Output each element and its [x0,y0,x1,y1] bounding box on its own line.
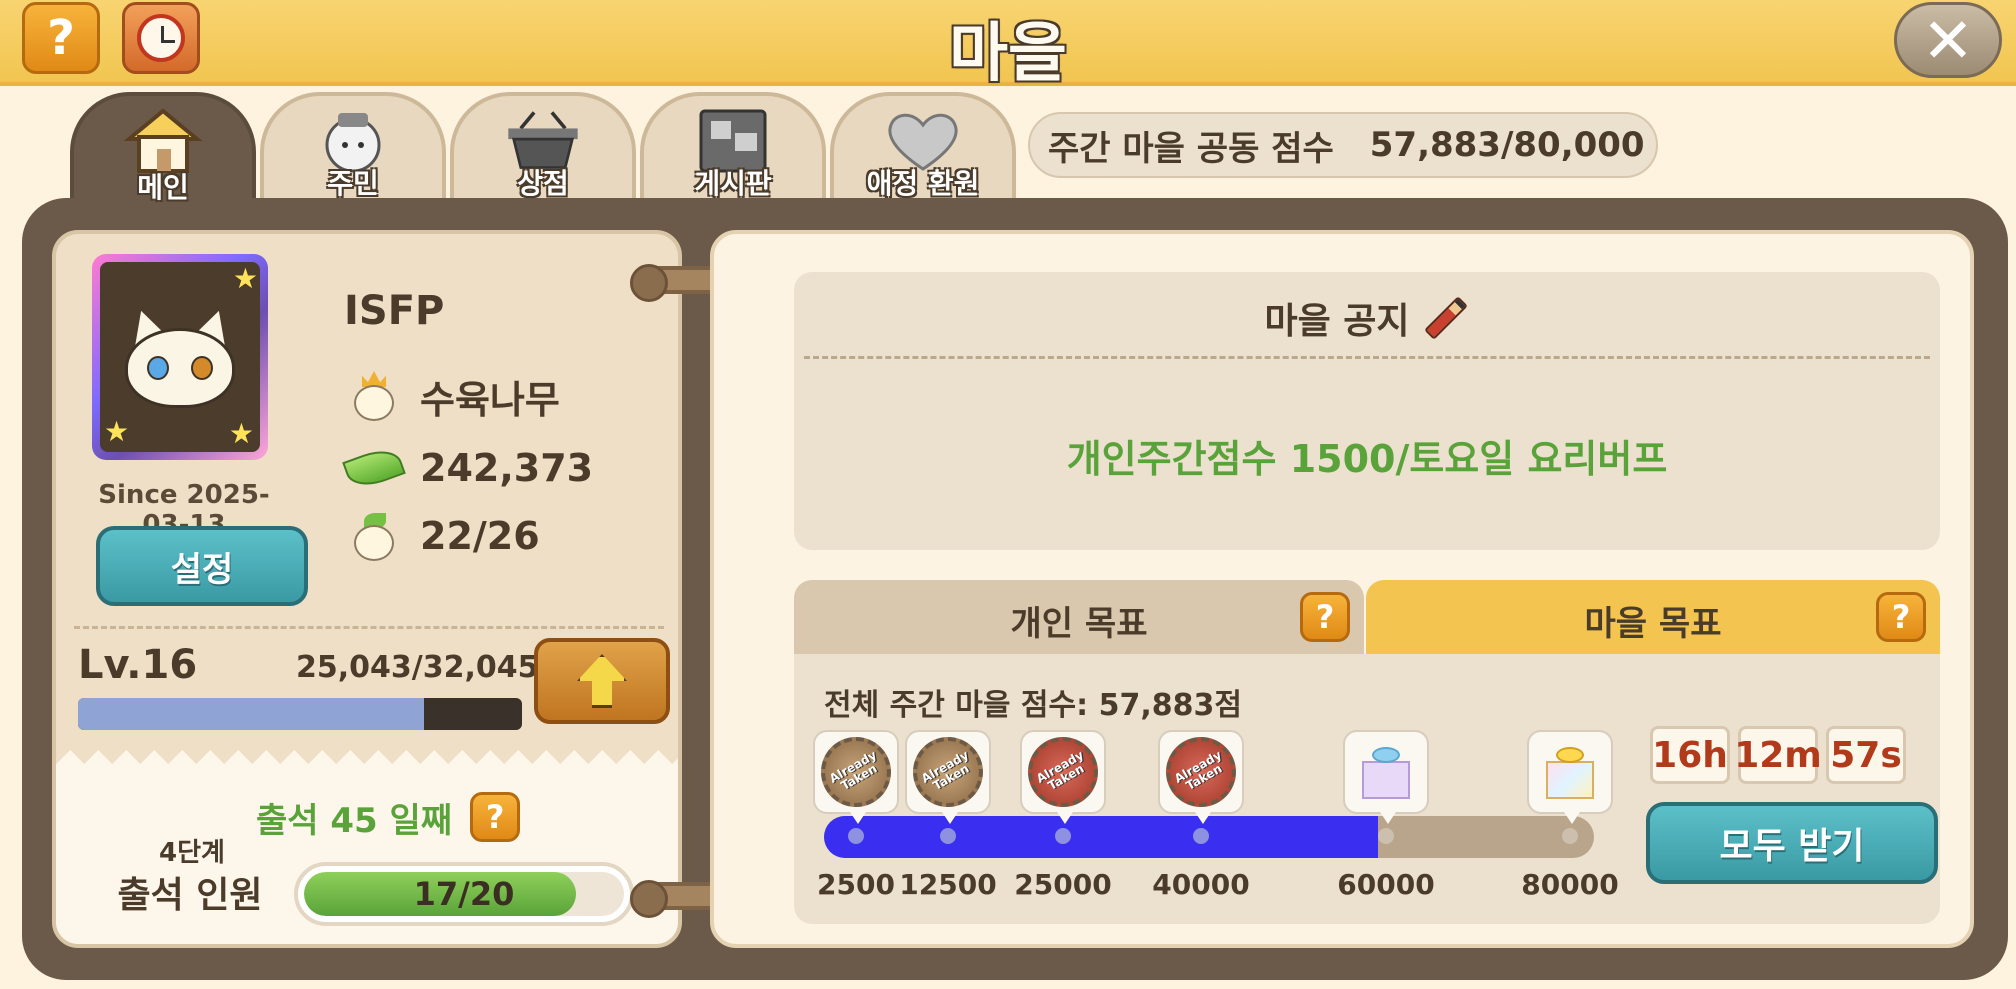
medal-icon: Already Taken [913,737,983,807]
reward-badge-40000[interactable]: Already Taken [1158,730,1244,824]
milestone-marker [1055,828,1071,844]
milestone-marker [940,828,956,844]
total-weekly-score: 전체 주간 마을 점수: 57,883점 [824,688,1242,723]
village-level: Lv.16 [78,642,198,688]
tab-village-goal-label: 마을 목표 [1584,603,1722,644]
close-icon: ✕ [1922,3,1974,77]
arrow-up-icon [577,654,627,708]
tab-label: 주민 [327,167,379,200]
level-up-button[interactable] [534,638,670,724]
tab-label: 메인 [137,171,189,204]
tab-affection-return[interactable]: 애정 환원 [830,92,1016,204]
leaves-row: 242,373 [342,440,594,496]
leaf-icon [342,443,406,493]
divider [74,626,664,629]
reward-badge-2500[interactable]: Already Taken [813,730,899,824]
notice-divider [804,356,1930,359]
milestone-label: 25000 [1014,868,1112,901]
profile-panel: ★ ★ ★ Since 2025-03-13 설정 ISFP 수육나무 242,… [52,230,682,948]
exp-bar [78,698,522,730]
leader-row: 수육나무 [346,368,560,424]
village-notice: 마을 공지 개인주간점수 1500/토요일 요리버프 [794,272,1940,550]
reward-badge-12500[interactable]: Already Taken [905,730,991,824]
avatar[interactable]: ★ ★ ★ [92,254,268,460]
star-icon: ★ [228,417,254,450]
members-row: 22/26 [346,508,540,564]
timer-seconds: 57s [1826,726,1906,784]
timer-minutes: 12m [1734,726,1822,784]
weekly-score-value: 57,883/80,000 [1369,125,1645,165]
close-button[interactable]: ✕ [1894,2,2002,78]
medal-icon: Already Taken [1028,737,1098,807]
village-goal-body: 전체 주간 마을 점수: 57,883점 Already Taken Alrea… [794,654,1940,924]
tab-personal-goal-label: 개인 목표 [1010,603,1148,644]
weekly-village-score: 주간 마을 공동 점수 57,883/80,000 [1028,112,1658,178]
weekly-score-label: 주간 마을 공동 점수 [1048,128,1334,169]
tab-personal-goal[interactable]: 개인 목표 ? [794,580,1364,660]
star-icon: ★ [104,415,130,448]
milestone-label: 40000 [1152,868,1250,901]
claim-all-button[interactable]: 모두 받기 [1646,802,1938,884]
leaves-value: 242,373 [420,446,594,490]
exp-value: 25,043/32,045 [296,650,539,685]
village-name: ISFP [344,288,445,334]
gift-icon [1358,745,1414,799]
village-goal-help-button[interactable]: ? [1876,592,1926,642]
tab-board[interactable]: 게시판 [640,92,826,204]
tab-village-goal[interactable]: 마을 목표 ? [1366,580,1940,660]
settings-button[interactable]: 설정 [96,526,308,606]
main-panel: 마을 공지 개인주간점수 1500/토요일 요리버프 개인 목표 ? 마을 목표… [710,230,1974,948]
members-count: 22/26 [420,514,540,558]
milestone-marker [1562,828,1578,844]
crown-sprout-icon [352,371,396,421]
attendance-progress: 17/20 [294,862,634,926]
tab-residents[interactable]: 주민 [260,92,446,204]
sprout-icon [352,511,396,561]
page-title: 마을 [949,17,1067,91]
exp-bar-fill [78,698,425,730]
milestone-label: 60000 [1337,868,1435,901]
tab-label: 애정 환원 [866,167,980,200]
goal-progress-fill [824,816,1379,858]
question-icon: ? [485,798,505,836]
gold-gift-icon [1542,745,1598,799]
tab-label: 게시판 [694,167,772,200]
star-icon: ★ [232,262,258,295]
medal-icon: Already Taken [821,737,891,807]
milestone-marker [848,828,864,844]
personal-goal-help-button[interactable]: ? [1300,592,1350,642]
milestone-marker [1378,828,1394,844]
notice-text: 개인주간점수 1500/토요일 요리버프 [1066,437,1668,481]
milestone-label: 2500 [817,868,895,901]
notice-title-text: 마을 공지 [1264,301,1410,342]
milestone-label: 12500 [899,868,997,901]
timer-hours: 16h [1650,726,1730,784]
tab-main[interactable]: 메인 [70,92,256,208]
tab-label: 상점 [517,167,569,200]
tab-shop[interactable]: 상점 [450,92,636,204]
milestone-marker [1193,828,1209,844]
zigzag-divider [56,750,678,774]
cat-icon [115,302,245,412]
pencil-icon[interactable] [1423,296,1468,340]
question-icon: ? [1315,598,1335,636]
attendance-days: 출석 45 일째 ? [256,792,521,842]
header-bar: ? 마을 ✕ [0,0,2016,91]
attendance-days-label: 출석 45 일째 [256,800,453,841]
reward-badge-25000[interactable]: Already Taken [1020,730,1106,824]
question-icon: ? [1891,598,1911,636]
reward-badge-80000[interactable] [1527,730,1613,824]
notice-title: 마을 공지 [794,292,1940,344]
attendance-stage: 4단계 [159,838,225,868]
leader-name: 수육나무 [420,377,560,422]
reward-badge-60000[interactable] [1343,730,1429,824]
attendance-label: 출석 인원 [117,875,263,916]
medal-icon: Already Taken [1166,737,1236,807]
milestone-label: 80000 [1521,868,1619,901]
attendance-count: 17/20 [413,875,515,913]
attendance-help-button[interactable]: ? [470,792,521,842]
